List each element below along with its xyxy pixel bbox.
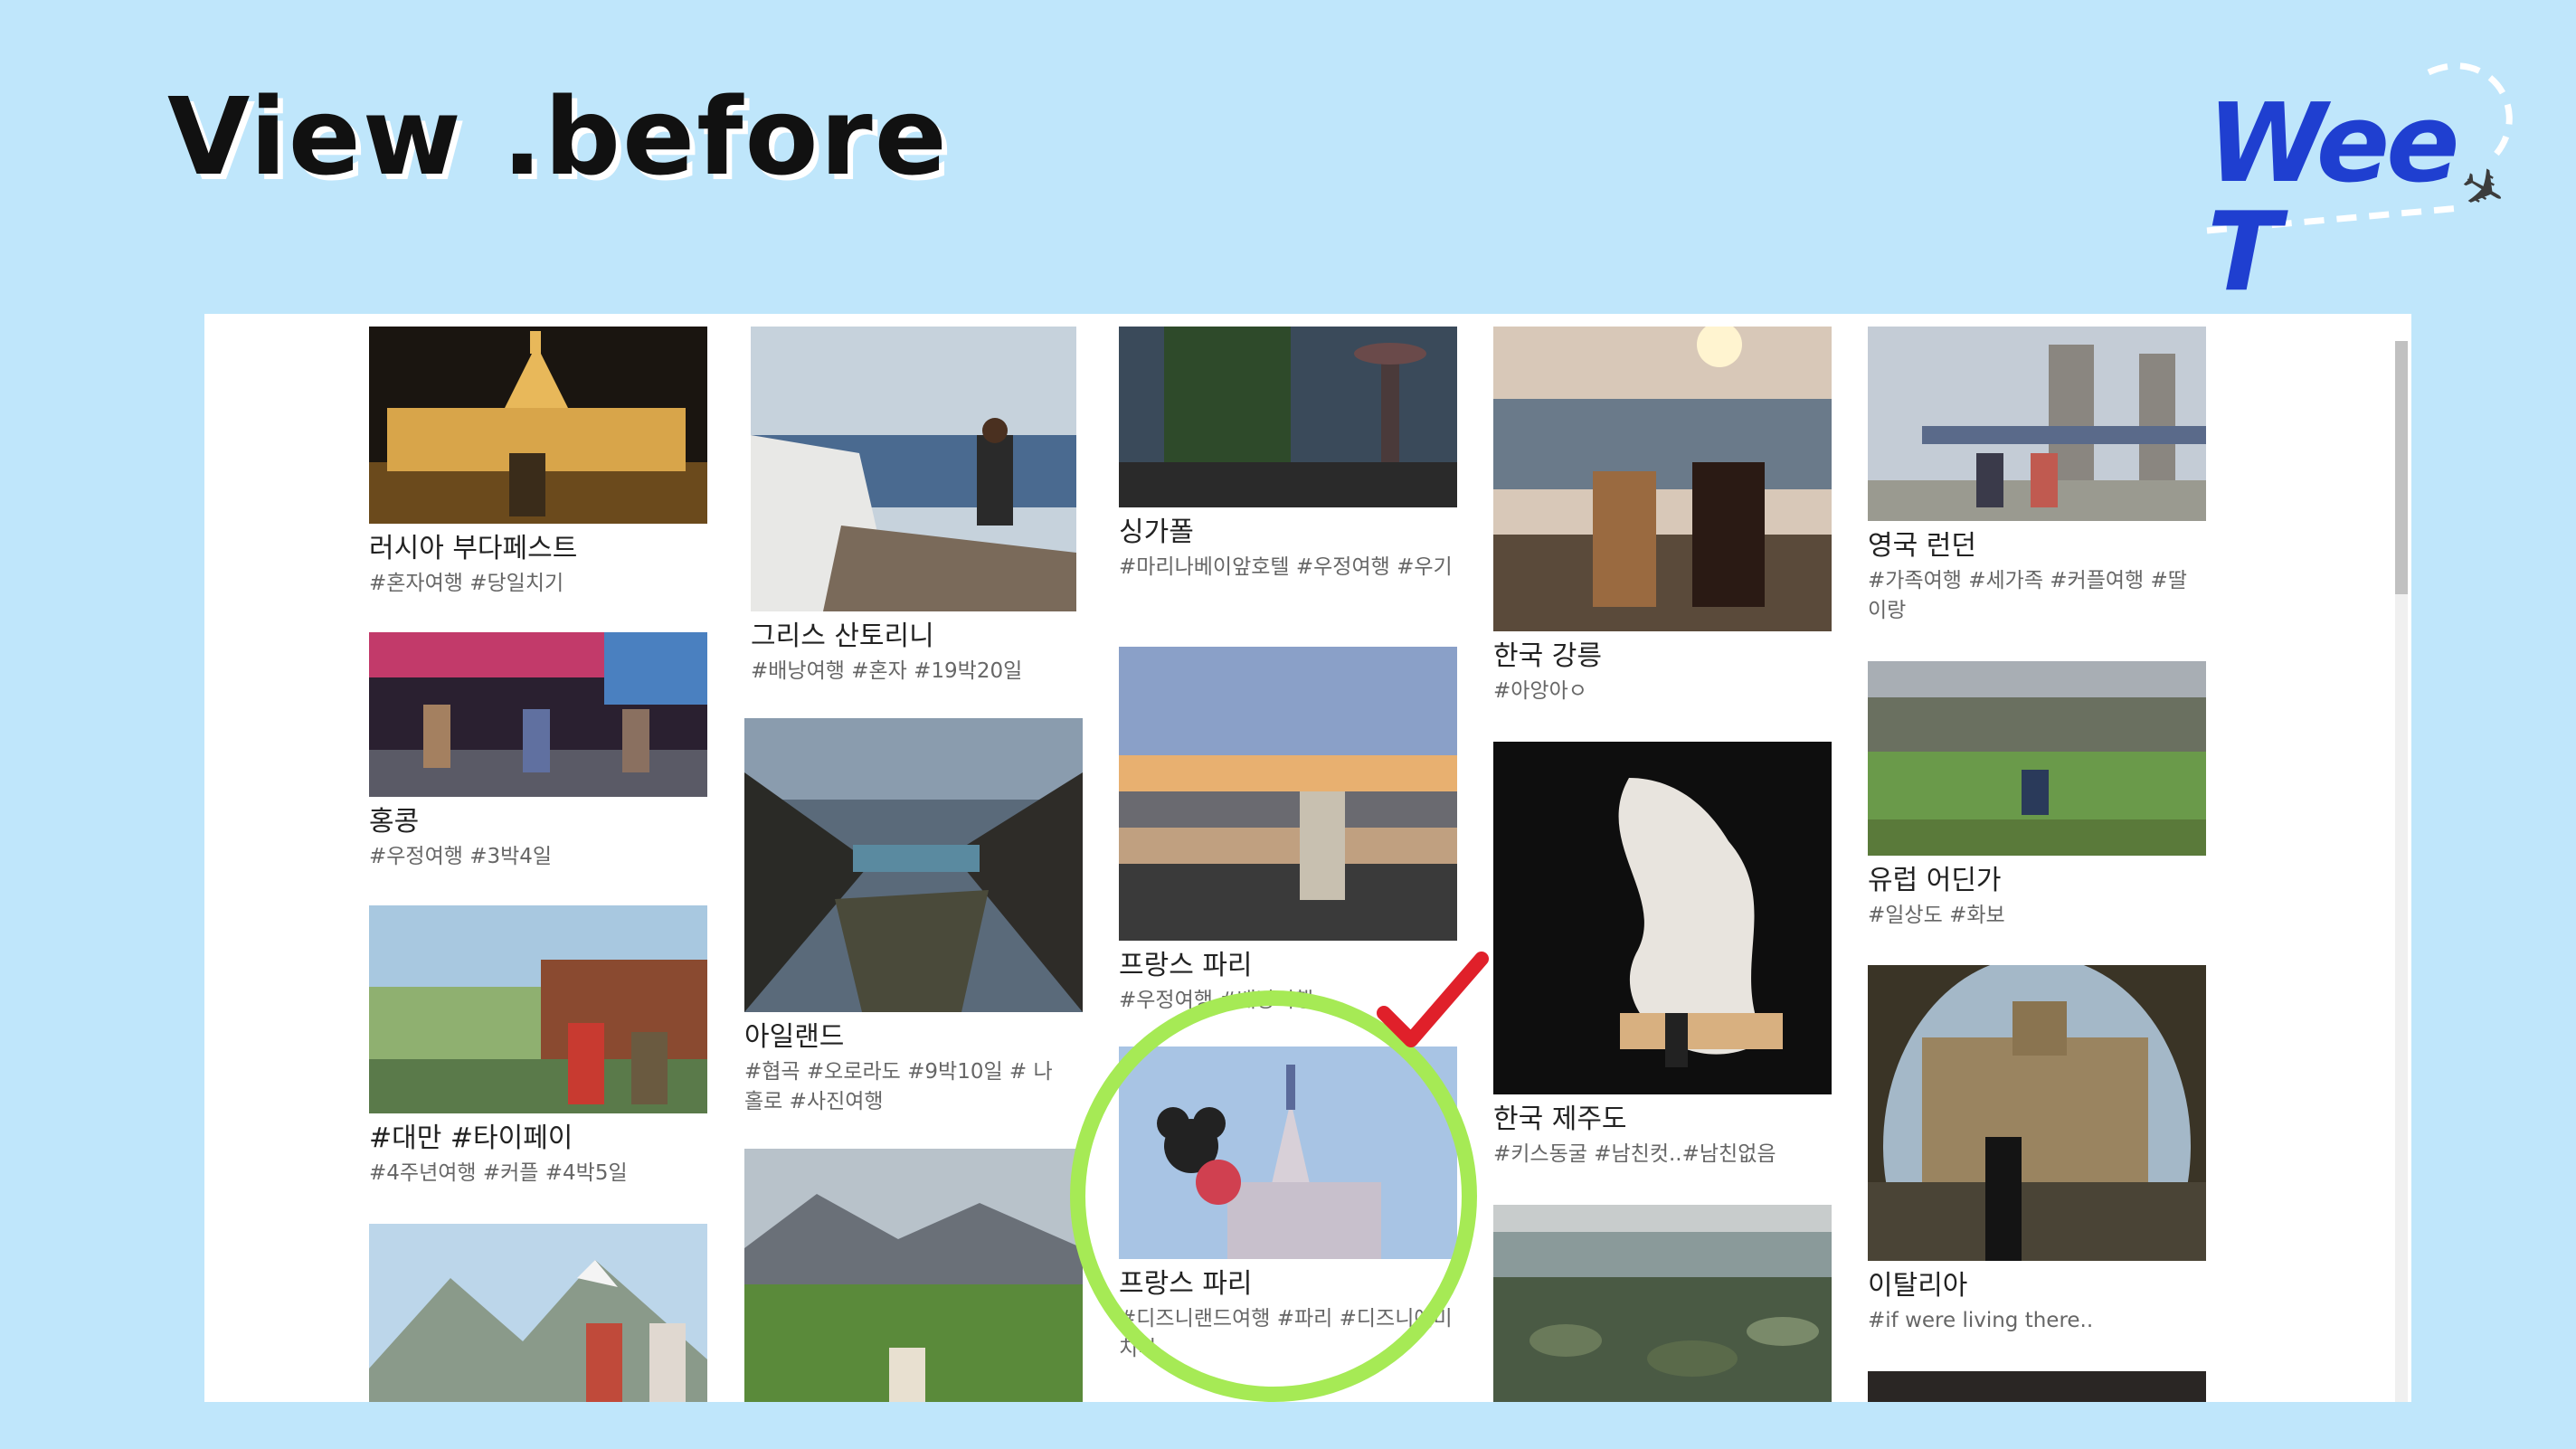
photo-santorini — [751, 327, 1076, 611]
post-card[interactable]: 싱가폴 #마리나베이앞호텔 #우정여행 #우기 — [1119, 327, 1457, 582]
photo-disneyland-castle — [1119, 1046, 1457, 1259]
post-card[interactable]: 유럽 어딘가 #일상도 #화보 — [1868, 661, 2206, 931]
card-tags: #가족여행 #세가족 #커플여행 #딸이랑 — [1868, 569, 2187, 622]
card-title: 아일랜드 — [744, 1021, 845, 1053]
card-tags: #협곡 #오로라도 #9박10일 # 나홀로 #사진여행 — [744, 1060, 1053, 1113]
card-title: 러시아 부다페스트 — [369, 533, 578, 564]
photo-london-tower-bridge — [1868, 327, 2206, 521]
post-card[interactable]: 프랑스 파리 #디즈니랜드여행 #파리 #디즈니에미치다 — [1119, 1046, 1457, 1364]
photo-rocky-beach — [1493, 1205, 1832, 1402]
photo-partial — [1868, 1371, 2206, 1402]
card-tags: #마리나베이앞호텔 #우정여행 #우기 — [1119, 555, 1453, 579]
post-card[interactable]: #대만 #타이페이 #4주년여행 #커플 #4박5일 — [369, 905, 707, 1189]
photo-italy-gothic-building — [1868, 965, 2206, 1261]
post-card[interactable]: 이탈리아 #if were living there.. — [1868, 965, 2206, 1336]
photo-paris-seine-sunset — [1119, 647, 1457, 941]
post-card[interactable]: 아일랜드 #협곡 #오로라도 #9박10일 # 나홀로 #사진여행 — [744, 718, 1083, 1117]
scrollbar[interactable] — [2395, 341, 2408, 1402]
post-card[interactable]: 한국 제주도 #키스동굴 #남친컷..#남친없음 — [1493, 742, 1832, 1170]
post-card[interactable] — [744, 1149, 1083, 1402]
post-card[interactable] — [1493, 1205, 1832, 1402]
card-title: #대만 #타이페이 — [369, 1122, 573, 1154]
card-tags: #우정여행 #3박4일 — [369, 845, 553, 868]
card-title: 싱가폴 — [1119, 516, 1194, 548]
photo-budapest-parliament-night — [369, 327, 707, 524]
post-card[interactable]: 한국 강릉 #아앙아ㅇ — [1493, 327, 1832, 706]
post-card[interactable]: 그리스 산토리니 #배낭여행 #혼자 #19박20일 — [751, 327, 1076, 687]
card-tags: #일상도 #화보 — [1868, 904, 2005, 927]
post-card[interactable]: 러시아 부다페스트 #혼자여행 #당일치기 — [369, 327, 707, 599]
check-mark-icon — [1377, 952, 1489, 1047]
card-tags: #if were living there.. — [1868, 1309, 2094, 1332]
card-tags: #키스동굴 #남친컷..#남친없음 — [1493, 1142, 1776, 1166]
card-title: 홍콩 — [369, 806, 420, 838]
card-tags: #4주년여행 #커플 #4박5일 — [369, 1161, 628, 1185]
photo-jeju-cave — [1493, 742, 1832, 1094]
card-title: 프랑스 파리 — [1119, 1268, 1253, 1300]
photo-alps-meadow — [744, 1149, 1083, 1402]
photo-hongkong-street — [369, 632, 707, 797]
card-tags: #아앙아ㅇ — [1493, 679, 1587, 703]
card-title: 그리스 산토리니 — [751, 620, 934, 652]
post-card[interactable]: 영국 런던 #가족여행 #세가족 #커플여행 #딸이랑 — [1868, 327, 2206, 626]
weet-logo: Wee T ✈ — [2189, 54, 2551, 308]
photo-taipei-jiufen — [369, 905, 707, 1113]
photo-gangneung-coffee — [1493, 327, 1832, 631]
card-title: 이탈리아 — [1868, 1270, 1968, 1302]
photo-europe-park-lawn — [1868, 661, 2206, 856]
post-card[interactable] — [369, 1224, 707, 1402]
card-tags: #배낭여행 #혼자 #19박20일 — [751, 659, 1023, 683]
photo-singapore-gardens — [1119, 327, 1457, 507]
card-title: 한국 제주도 — [1493, 1103, 1627, 1135]
card-title: 영국 런던 — [1868, 530, 1976, 562]
post-card[interactable]: 홍콩 #우정여행 #3박4일 — [369, 632, 707, 872]
photo-mountain-couple — [369, 1224, 707, 1402]
slide-title: View .before — [167, 74, 949, 199]
photo-ireland-cliffs — [744, 718, 1083, 1012]
card-title: 유럽 어딘가 — [1868, 865, 2002, 896]
post-card[interactable] — [1868, 1371, 2206, 1402]
card-title: 한국 강릉 — [1493, 640, 1602, 672]
card-tags: #디즈니랜드여행 #파리 #디즈니에미치다 — [1119, 1307, 1453, 1360]
card-tags: #혼자여행 #당일치기 — [369, 572, 564, 595]
gallery-panel: 러시아 부다페스트 #혼자여행 #당일치기 홍콩 #우정여행 #3박4일 #대만… — [204, 314, 2411, 1402]
scrollbar-thumb[interactable] — [2395, 341, 2408, 594]
